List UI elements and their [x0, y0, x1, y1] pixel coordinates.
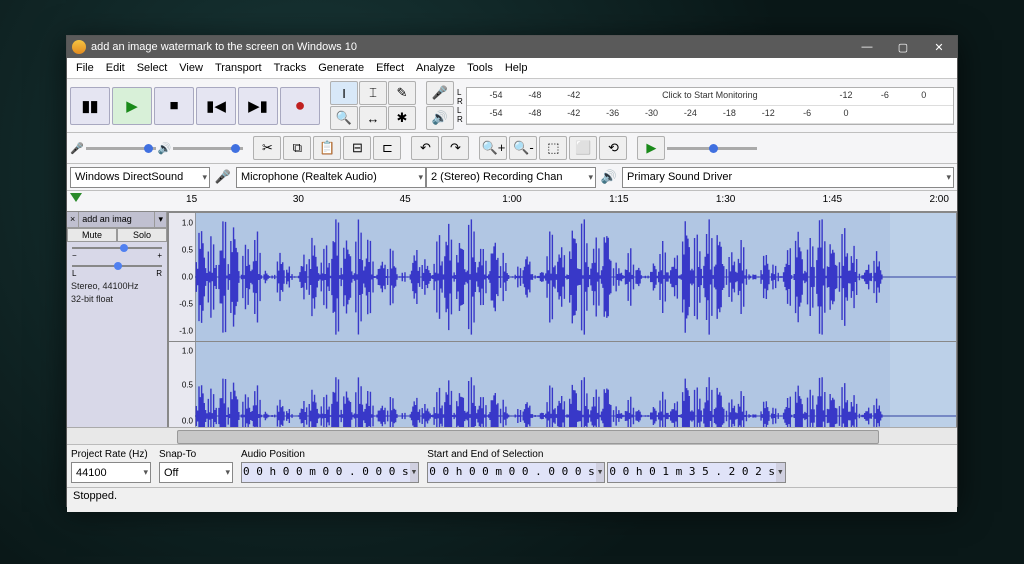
menu-analyze[interactable]: Analyze: [410, 60, 461, 76]
zoom-in-icon[interactable]: 🔍+: [479, 136, 507, 160]
fit-project-icon[interactable]: ⬜: [569, 136, 597, 160]
play-vol-slider[interactable]: 🔊: [158, 142, 244, 155]
track-area: × add an imag ▾ Mute Solo −+ LR Stereo, …: [67, 212, 957, 427]
timeline-ruler[interactable]: 15 30 45 1:00 1:15 1:30 1:45 2:00: [67, 191, 957, 212]
channels-dropdown[interactable]: 2 (Stereo) Recording Chan: [426, 167, 596, 188]
track-panel[interactable]: × add an imag ▾ Mute Solo −+ LR Stereo, …: [67, 212, 168, 427]
menu-help[interactable]: Help: [499, 60, 534, 76]
selection-toolbar: Project Rate (Hz) 44100 Snap-To Off Audi…: [67, 444, 957, 487]
amplitude-scale: 1.0 0.5 0.0: [169, 342, 196, 427]
trim-icon[interactable]: ⊟: [343, 136, 371, 160]
playback-meter[interactable]: -54 -48 -42 -36 -30 -24 -18 -12 -6 0: [467, 106, 953, 124]
track-name[interactable]: add an imag: [79, 212, 155, 227]
selection-tool-icon[interactable]: I: [330, 81, 358, 105]
menu-transport[interactable]: Transport: [209, 60, 268, 76]
meter-channel-l: L: [457, 88, 463, 97]
zoom-out-icon[interactable]: 🔍-: [509, 136, 537, 160]
close-button[interactable]: ✕: [921, 36, 957, 58]
envelope-tool-icon[interactable]: ⌶: [359, 81, 387, 105]
meter-channel-l2: L: [457, 106, 463, 115]
speaker-device-icon: 🔊: [596, 166, 622, 188]
redo-icon[interactable]: ↷: [441, 136, 469, 160]
amplitude-scale: 1.0 0.5 0.0 -0.5 -1.0: [169, 213, 196, 341]
maximize-button[interactable]: ▢: [885, 36, 921, 58]
selection-end-field[interactable]: 0 0 h 0 1 m 3 5 . 2 0 2 s▾: [607, 462, 785, 483]
fit-selection-icon[interactable]: ⬚: [539, 136, 567, 160]
mute-button[interactable]: Mute: [67, 228, 117, 242]
app-window: add an image watermark to the screen on …: [66, 35, 958, 507]
window-title: add an image watermark to the screen on …: [91, 41, 849, 53]
timeshift-tool-icon[interactable]: ↔: [359, 106, 387, 130]
horizontal-scrollbar[interactable]: [67, 427, 957, 444]
app-icon: [72, 40, 86, 54]
rec-vol-slider[interactable]: 🎤: [70, 142, 156, 155]
secondary-toolbar: 🎤 🔊 ✂ ⧉ 📋 ⊟ ⊏ ↶ ↷ 🔍+ 🔍- ⬚ ⬜ ⟲ ▶: [67, 133, 957, 164]
cut-icon[interactable]: ✂: [253, 136, 281, 160]
speed-slider[interactable]: [667, 147, 757, 150]
pause-button[interactable]: ▮▮: [70, 87, 110, 125]
play-button[interactable]: ▶: [112, 87, 152, 125]
titlebar[interactable]: add an image watermark to the screen on …: [67, 36, 957, 58]
silence-icon[interactable]: ⊏: [373, 136, 401, 160]
zoom-tool-icon[interactable]: 🔍: [330, 106, 358, 130]
menu-file[interactable]: File: [70, 60, 100, 76]
device-toolbar: Windows DirectSound 🎤 Microphone (Realte…: [67, 164, 957, 191]
transport-toolbar: ▮▮ ▶ ■ ▮◀ ▶▮ ● I ⌶ ✎ 🔍 ↔ ✱ 🎤 🔊 L R L R -…: [67, 79, 957, 133]
multi-tool-icon[interactable]: ✱: [388, 106, 416, 130]
output-device-dropdown[interactable]: Primary Sound Driver: [622, 167, 954, 188]
draw-tool-icon[interactable]: ✎: [388, 81, 416, 105]
meter-channel-r2: R: [457, 115, 463, 124]
meter-channel-r: R: [457, 97, 463, 106]
paste-icon[interactable]: 📋: [313, 136, 341, 160]
input-device-dropdown[interactable]: Microphone (Realtek Audio): [236, 167, 426, 188]
track-close-button[interactable]: ×: [67, 212, 79, 227]
record-button[interactable]: ●: [280, 87, 320, 125]
menu-select[interactable]: Select: [131, 60, 174, 76]
copy-icon[interactable]: ⧉: [283, 136, 311, 160]
zoom-toggle-icon[interactable]: ⟲: [599, 136, 627, 160]
pan-slider[interactable]: [67, 260, 167, 269]
menu-tracks[interactable]: Tracks: [268, 60, 313, 76]
audio-position-field[interactable]: 0 0 h 0 0 m 0 0 . 0 0 0 s▾: [241, 462, 419, 483]
waveform-channel-right[interactable]: 1.0 0.5 0.0: [168, 341, 957, 427]
minimize-button[interactable]: —: [849, 36, 885, 58]
menu-view[interactable]: View: [173, 60, 209, 76]
track-menu-button[interactable]: ▾: [155, 212, 167, 227]
recording-meter[interactable]: -54 -48 -42 Click to Start Monitoring -1…: [467, 88, 953, 106]
project-rate-dropdown[interactable]: 44100: [71, 462, 151, 483]
track-format: Stereo, 44100Hz: [67, 278, 167, 294]
undo-icon[interactable]: ↶: [411, 136, 439, 160]
skip-start-button[interactable]: ▮◀: [196, 87, 236, 125]
skip-end-button[interactable]: ▶▮: [238, 87, 278, 125]
mic-device-icon: 🎤: [210, 166, 236, 188]
selection-start-field[interactable]: 0 0 h 0 0 m 0 0 . 0 0 0 s▾: [427, 462, 605, 483]
meters[interactable]: -54 -48 -42 Click to Start Monitoring -1…: [466, 87, 954, 125]
menu-generate[interactable]: Generate: [312, 60, 370, 76]
mic-icon[interactable]: 🎤: [426, 81, 454, 105]
speaker-icon[interactable]: 🔊: [426, 106, 454, 130]
gain-slider[interactable]: [67, 242, 167, 251]
menu-tools[interactable]: Tools: [461, 60, 499, 76]
play-at-speed-button[interactable]: ▶: [637, 136, 665, 160]
waveform-channel-left[interactable]: 1.0 0.5 0.0 -0.5 -1.0: [168, 212, 957, 342]
snap-to-dropdown[interactable]: Off: [159, 462, 233, 483]
stop-button[interactable]: ■: [154, 87, 194, 125]
solo-button[interactable]: Solo: [117, 228, 167, 242]
playhead-icon[interactable]: [70, 193, 82, 202]
audio-host-dropdown[interactable]: Windows DirectSound: [70, 167, 210, 188]
menu-edit[interactable]: Edit: [100, 60, 131, 76]
status-bar: Stopped.: [67, 487, 957, 512]
menu-effect[interactable]: Effect: [370, 60, 410, 76]
menubar: File Edit Select View Transport Tracks G…: [67, 58, 957, 79]
